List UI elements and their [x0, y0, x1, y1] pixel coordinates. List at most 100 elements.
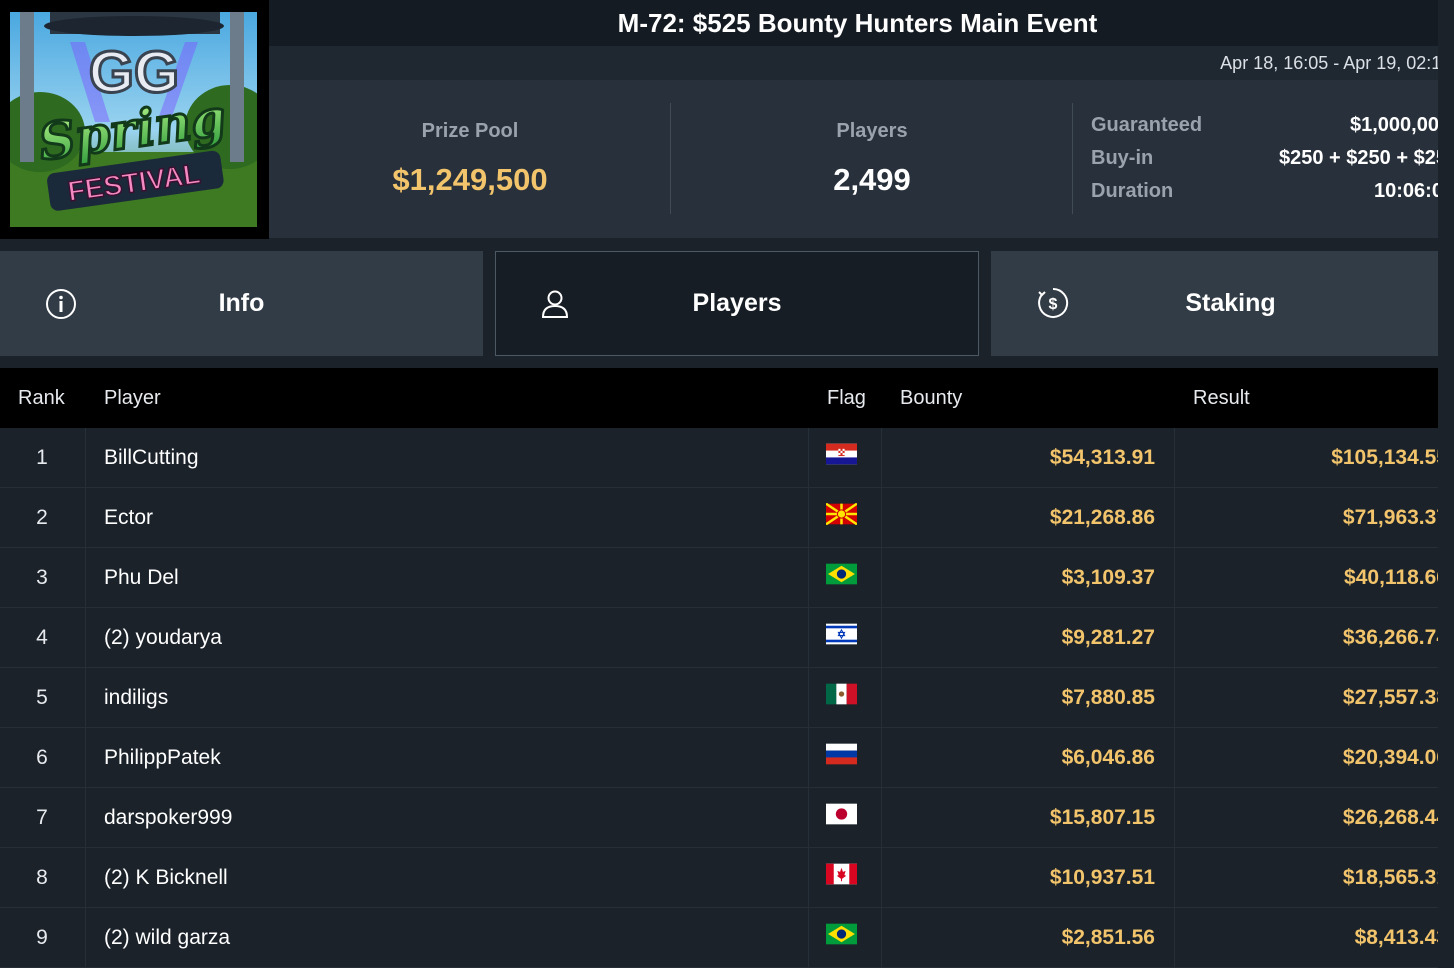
player-name-link[interactable]: indiligs	[104, 668, 168, 727]
rank-cell: 3	[36, 566, 48, 589]
column-divider	[85, 488, 86, 547]
column-divider	[85, 608, 86, 667]
event-stats: Prize Pool $1,249,500 Players 2,499 Guar…	[269, 80, 1454, 238]
event-dates: Apr 18, 16:05 - Apr 19, 02:11	[1220, 53, 1438, 73]
column-divider	[808, 548, 809, 607]
column-divider	[85, 908, 86, 967]
stat-divider	[1072, 103, 1073, 214]
result-cell: $20,394.06	[1342, 746, 1448, 769]
result-cell: $71,963.37	[1342, 506, 1448, 529]
bounty-cell: $3,109.37	[1061, 566, 1155, 589]
tab-players[interactable]: Players	[495, 251, 979, 356]
buyin-label: Buy-in	[1091, 147, 1154, 169]
bounty-cell: $2,851.56	[1061, 926, 1155, 949]
column-divider	[1174, 488, 1175, 547]
column-divider	[881, 668, 882, 727]
column-divider	[1174, 608, 1175, 667]
table-row[interactable]: 5 indiligs $7,880.85 $27,557.38	[0, 668, 1448, 728]
bounty-cell: $15,807.15	[1049, 806, 1155, 829]
player-name-link[interactable]: PhilippPatek	[104, 728, 221, 787]
buyin-row: Buy-in $250 + $250 + $25	[1091, 143, 1454, 176]
russia-flag-icon	[826, 743, 857, 765]
bounty-cell: $54,313.91	[1049, 446, 1155, 469]
duration-row: Duration 10:06:00	[1091, 176, 1454, 209]
tournament-page: GG Spring FESTIVAL M-72: $525 Bounty Hun…	[0, 0, 1454, 968]
column-divider	[85, 848, 86, 907]
tab-staking-label: Staking	[1185, 289, 1276, 317]
event-title: M-72: $525 Bounty Hunters Main Event	[617, 7, 1098, 38]
rank-cell: 1	[36, 446, 48, 469]
canada-flag-icon	[826, 863, 857, 885]
table-row[interactable]: 8 (2) K Bicknell $10,937.51 $18,565.31	[0, 848, 1448, 908]
column-divider	[85, 728, 86, 787]
north-macedonia-flag-icon	[826, 503, 857, 525]
table-row[interactable]: 1 BillCutting $54,313.91 $105,134.55	[0, 428, 1448, 488]
column-divider	[1174, 548, 1175, 607]
bounty-cell: $9,281.27	[1061, 626, 1155, 649]
column-divider	[881, 788, 882, 847]
result-cell: $26,268.44	[1342, 806, 1448, 829]
column-divider	[85, 548, 86, 607]
player-name-link[interactable]: BillCutting	[104, 428, 199, 487]
result-cell: $40,118.66	[1344, 566, 1448, 589]
table-row[interactable]: 6 PhilippPatek $6,046.86 $20,394.06	[0, 728, 1448, 788]
brazil-flag-icon	[826, 563, 857, 585]
players-label: Players	[836, 120, 908, 142]
column-divider	[1174, 668, 1175, 727]
player-name-link[interactable]: darspoker999	[104, 788, 232, 847]
column-divider	[881, 848, 882, 907]
column-player[interactable]: Player	[104, 368, 161, 428]
column-divider	[1174, 428, 1175, 487]
table-row[interactable]: 9 (2) wild garza $2,851.56 $8,413.43	[0, 908, 1448, 968]
player-name-link[interactable]: Ector	[104, 488, 153, 547]
tab-info-label: Info	[218, 289, 265, 317]
rank-cell: 8	[36, 866, 48, 889]
player-name-link[interactable]: (2) youdarya	[104, 608, 222, 667]
japan-flag-icon	[826, 803, 857, 825]
mexico-flag-icon	[826, 683, 857, 705]
duration-label: Duration	[1091, 180, 1174, 202]
column-divider	[1174, 728, 1175, 787]
column-divider	[881, 908, 882, 967]
rank-cell: 5	[36, 686, 48, 709]
column-result[interactable]: Result	[1193, 368, 1250, 428]
guaranteed-label: Guaranteed	[1091, 114, 1203, 136]
table-row[interactable]: 4 (2) youdarya $9,281.27 $36,266.74	[0, 608, 1448, 668]
column-divider	[808, 908, 809, 967]
buyin-value: $250 + $250 + $25	[1279, 147, 1447, 169]
player-name-link[interactable]: Phu Del	[104, 548, 179, 607]
prize-pool-value: $1,249,500	[392, 162, 548, 197]
column-flag[interactable]: Flag	[827, 368, 866, 428]
bounty-cell: $6,046.86	[1061, 746, 1155, 769]
table-row[interactable]: 7 darspoker999 $15,807.15 $26,268.44	[0, 788, 1448, 848]
tab-staking[interactable]: $ Staking	[991, 251, 1438, 356]
column-divider	[808, 728, 809, 787]
column-divider	[808, 428, 809, 487]
brazil-flag-icon	[826, 923, 857, 945]
result-cell: $36,266.74	[1342, 626, 1448, 649]
column-bounty[interactable]: Bounty	[900, 368, 962, 428]
rank-cell: 7	[36, 806, 48, 829]
bounty-cell: $10,937.51	[1049, 866, 1155, 889]
result-cell: $8,413.43	[1354, 926, 1448, 949]
player-name-link[interactable]: (2) K Bicknell	[104, 848, 228, 907]
tab-info[interactable]: Info	[0, 251, 483, 356]
prize-pool-stat: Prize Pool $1,249,500	[269, 80, 671, 238]
rank-cell: 9	[36, 926, 48, 949]
result-cell: $105,134.55	[1331, 446, 1448, 469]
column-divider	[881, 548, 882, 607]
croatia-flag-icon	[826, 443, 857, 465]
guaranteed-value: $1,000,000	[1350, 114, 1451, 136]
players-stat: Players 2,499	[671, 80, 1073, 238]
tab-bar: Info Players $ Staking	[0, 251, 1438, 356]
event-title-bar: M-72: $525 Bounty Hunters Main Event	[269, 0, 1438, 46]
event-date-bar: Apr 18, 16:05 - Apr 19, 02:11	[269, 46, 1438, 80]
result-cell: $18,565.31	[1342, 866, 1448, 889]
column-divider	[85, 428, 86, 487]
column-divider	[881, 428, 882, 487]
table-row[interactable]: 2 Ector $21,268.86 $71,963.37	[0, 488, 1448, 548]
player-name-link[interactable]: (2) wild garza	[104, 908, 230, 967]
table-row[interactable]: 3 Phu Del $3,109.37 $40,118.66	[0, 548, 1448, 608]
column-rank[interactable]: Rank	[18, 368, 65, 428]
rank-cell: 6	[36, 746, 48, 769]
